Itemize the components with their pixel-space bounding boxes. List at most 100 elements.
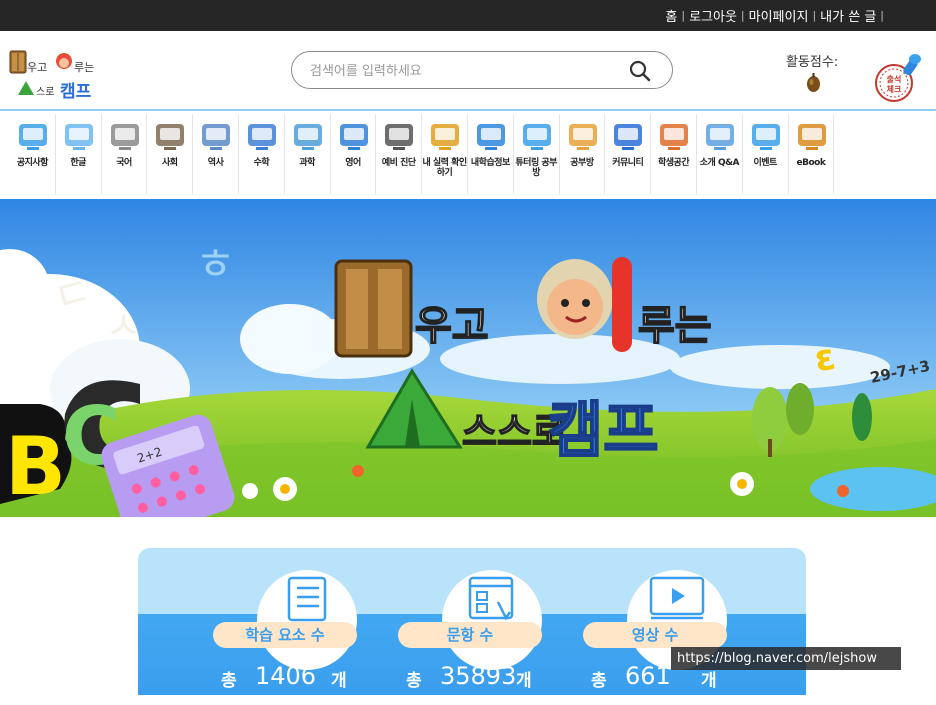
mypage-link[interactable]: 마이페이지: [749, 6, 809, 25]
blog-watermark: https://blog.naver.com/lejshow: [671, 647, 901, 670]
checklist-icon: [275, 572, 339, 624]
stat-label: 문항 수: [398, 622, 542, 648]
stat-videos: 영상 수 총 661 개: [583, 548, 771, 695]
menu-item-label: 국어: [116, 158, 132, 168]
my-posts-link[interactable]: 내가 쓴 글: [820, 6, 876, 25]
menu-item-13[interactable]: 커뮤니티: [605, 114, 652, 194]
stat-label: 학습 요소 수: [213, 622, 357, 648]
menu-item-label: eBook: [796, 158, 826, 168]
menu-item-10[interactable]: 내학습정보: [468, 114, 514, 194]
historical-figure-icon: [198, 118, 234, 154]
home-link[interactable]: 홈: [665, 6, 677, 25]
menu-item-label: 소개 Q&A: [699, 158, 740, 168]
logout-link[interactable]: 로그아웃: [689, 6, 737, 25]
search-box: [291, 51, 673, 89]
microscope-icon: [290, 118, 326, 154]
menu-item-0[interactable]: 공지사항: [10, 114, 56, 194]
title-big-3: 캠프: [548, 396, 658, 466]
menu-item-label: 과학: [299, 158, 315, 168]
menu-item-6[interactable]: 과학: [285, 114, 331, 194]
menu-item-label: 수학: [253, 158, 270, 168]
menu-item-3[interactable]: 사회: [147, 114, 194, 194]
separator: |: [880, 9, 884, 22]
separator: |: [812, 9, 817, 22]
menu-item-label: 역사: [207, 158, 224, 168]
stat-label: 영상 수: [583, 622, 727, 648]
menu-item-7[interactable]: 영어: [331, 114, 377, 194]
stat-value: 1406: [255, 662, 317, 690]
svg-text:루는: 루는: [74, 61, 94, 74]
top-nav: 홈 | 로그아웃 | 마이페이지 | 내가 쓴 글 |: [665, 6, 888, 25]
abc-icon: [336, 118, 372, 154]
svg-text:캠프: 캠프: [60, 82, 92, 102]
store-icon: [656, 118, 692, 154]
menu-item-label: 튜터링 공부방: [515, 158, 557, 178]
stat-questions: 문항 수 총 35893 개: [398, 548, 586, 695]
ebook-icon: [794, 118, 830, 154]
stats-panel: 학습 요소 수 총 1406 개 문항 수 총 35893 개 영상 수 총 6…: [138, 548, 806, 695]
megaphone-icon: [610, 118, 646, 154]
menu-item-4[interactable]: 역사: [193, 114, 239, 194]
search-input[interactable]: [310, 61, 620, 81]
title-part-1: 우고: [415, 303, 489, 349]
menu-item-12[interactable]: 공부방: [560, 114, 606, 194]
attendance-check-button[interactable]: 출석 체크: [870, 53, 922, 105]
stat-learning-elements: 학습 요소 수 총 1406 개: [213, 548, 401, 695]
menu-item-label: 공부방: [570, 158, 594, 168]
study-room-icon: [565, 118, 601, 154]
menu-item-label: 커뮤니티: [612, 158, 644, 168]
menu-item-14[interactable]: 학생공간: [651, 114, 697, 194]
separator: |: [740, 9, 745, 22]
menu-item-label: 학생공간: [657, 158, 690, 168]
menu-item-label: 영어: [345, 158, 361, 168]
search-icon[interactable]: [628, 59, 652, 83]
test-check-icon: [427, 118, 463, 154]
svg-text:우고: 우고: [27, 61, 47, 74]
menu-item-2[interactable]: 국어: [102, 114, 148, 194]
learning-info-icon: [473, 118, 509, 154]
menu-item-label: 내 실력 확인하기: [422, 158, 467, 178]
pi-icon: [244, 118, 280, 154]
menu-item-8[interactable]: 예비 진단: [376, 114, 423, 194]
menu-item-label: 한글: [70, 158, 86, 168]
stat-value: 661: [625, 662, 671, 690]
intro-qa-icon: [702, 118, 738, 154]
stat-prefix: 총: [406, 671, 422, 691]
svg-text:B: B: [5, 420, 66, 513]
main-banner[interactable]: ㅎ ㄷ ㅅ ε 29-7+3 B C 2+2 우고 루는 스스로 캠프: [0, 199, 936, 517]
menu-item-11[interactable]: 튜터링 공부방: [514, 114, 560, 194]
menu-item-label: 사회: [162, 158, 178, 168]
svg-text:ㅅ: ㅅ: [105, 303, 142, 349]
acorn-icon: [806, 73, 821, 93]
stat-prefix: 총: [221, 671, 237, 691]
landmarks-icon: [152, 118, 188, 154]
stamp-text-2: 체크: [887, 84, 902, 94]
notice-monitor-icon: [15, 118, 51, 154]
menu-item-label: 공지사항: [16, 158, 49, 168]
menu-item-label: 예비 진단: [381, 158, 416, 168]
gift-icon: [748, 118, 784, 154]
quiz-form-icon: [460, 572, 524, 624]
svg-text:ㅎ: ㅎ: [195, 239, 235, 290]
menu-item-1[interactable]: 한글: [56, 114, 102, 194]
diagnosis-icon: [381, 118, 417, 154]
video-player-icon: [645, 572, 709, 624]
activity-score-label: 활동점수:: [786, 55, 839, 70]
title-part-2: 루는: [638, 303, 712, 349]
menu-item-16[interactable]: 이벤트: [743, 114, 789, 194]
stat-prefix: 총: [591, 671, 607, 691]
menu-item-label: 내학습정보: [470, 158, 510, 168]
menu-item-9[interactable]: 내 실력 확인하기: [422, 114, 468, 194]
menu-item-label: 이벤트: [753, 158, 777, 168]
separator: |: [681, 9, 686, 22]
hangul-icon: [61, 118, 97, 154]
stat-value: 35893: [440, 662, 517, 690]
menu-item-15[interactable]: 소개 Q&A: [697, 114, 743, 194]
books-icon: [107, 118, 143, 154]
site-logo[interactable]: 우고 루는 스로 캠프: [8, 43, 108, 103]
menu-item-17[interactable]: eBook: [789, 114, 835, 194]
stamp-text-1: 출석: [887, 74, 902, 84]
stat-suffix: 개: [516, 671, 532, 691]
category-menu: 공지사항 한글 국어 사회 역사 수학 과학 영어 예비 진단 내 실력 확인하기 내학습정보 튜터링…: [10, 114, 835, 194]
menu-item-5[interactable]: 수학: [239, 114, 285, 194]
